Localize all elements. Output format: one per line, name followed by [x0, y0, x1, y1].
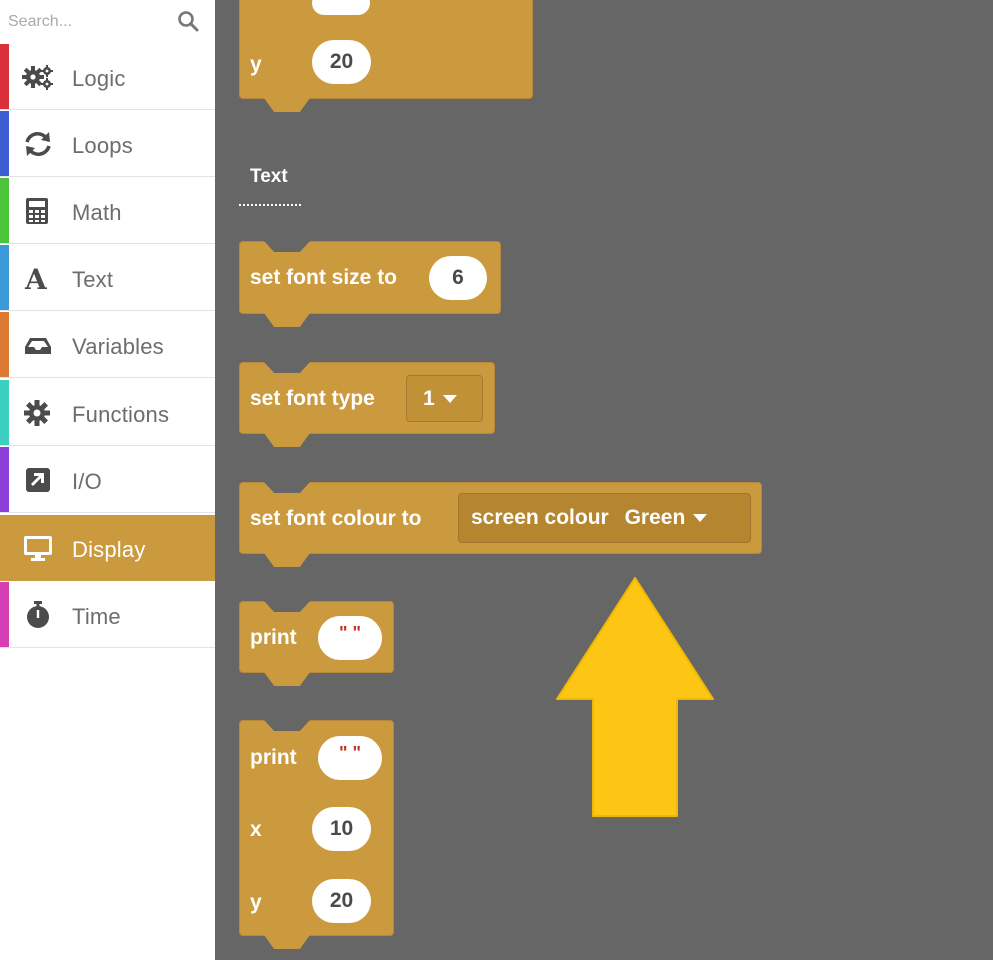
category-color-stripe — [0, 111, 9, 176]
sidebar-item-io[interactable]: I/O — [0, 447, 215, 513]
sidebar-item-math[interactable]: Math — [0, 178, 215, 244]
block-label: print — [250, 626, 297, 649]
print-text-input[interactable]: " " — [318, 736, 382, 780]
print-block[interactable]: print " " — [239, 601, 394, 686]
category-color-stripe — [0, 245, 9, 310]
sidebar-item-label: Time — [72, 604, 121, 629]
value-slot-partial[interactable] — [312, 0, 370, 15]
block-connector — [264, 672, 310, 686]
sidebar-item-logic[interactable]: Logic — [0, 44, 215, 110]
block-connector — [264, 433, 310, 447]
section-underline — [239, 204, 301, 206]
sidebar-item-display[interactable]: Display — [0, 515, 215, 581]
print-text-input[interactable]: " " — [318, 616, 382, 660]
block-label: set font colour to — [250, 507, 422, 530]
xy-block-partial[interactable]: y 20 — [239, 0, 533, 112]
set-font-colour-block[interactable]: set font colour to screen colour Green — [239, 482, 762, 567]
block-connector — [264, 720, 310, 731]
sidebar-item-label: Text — [72, 267, 114, 292]
block-connector — [264, 482, 310, 493]
up-arrow-annotation-icon — [556, 577, 714, 817]
category-color-stripe — [0, 380, 9, 445]
dropdown-prefix: screen colour — [471, 506, 609, 529]
sidebar-item-label: I/O — [72, 469, 102, 494]
gear-icon — [24, 400, 50, 426]
dropdown-value: Green — [624, 506, 686, 529]
sidebar-item-label: Loops — [72, 133, 133, 158]
category-color-stripe — [0, 582, 9, 647]
search-input[interactable] — [8, 10, 168, 34]
sidebar-item-text[interactable]: A Text — [0, 245, 215, 311]
refresh-icon — [25, 132, 51, 156]
block-connector — [264, 362, 310, 373]
external-link-icon — [26, 468, 50, 492]
print-xy-block[interactable]: print " " x 10 y 20 — [239, 720, 394, 949]
block-connector — [264, 601, 310, 612]
block-connector — [264, 98, 310, 112]
sidebar-item-functions[interactable]: Functions — [0, 380, 215, 446]
category-color-stripe — [0, 312, 9, 377]
search-bar — [0, 0, 215, 44]
calculator-icon — [26, 198, 48, 224]
block-label: set font type — [250, 387, 375, 410]
y-value-input[interactable]: 20 — [312, 40, 371, 84]
y-value-input[interactable]: 20 — [312, 879, 371, 923]
x-label: x — [250, 818, 262, 841]
category-sidebar: Logic Loops Math A Text — [0, 0, 215, 960]
category-color-stripe — [0, 447, 9, 512]
block-label: set font size to — [250, 266, 398, 289]
screen-colour-dropdown[interactable]: screen colour Green — [458, 493, 751, 543]
category-color-stripe — [0, 44, 9, 109]
y-label: y — [250, 53, 262, 76]
category-color-stripe — [0, 178, 9, 243]
stopwatch-icon — [27, 601, 49, 628]
chevron-down-icon — [693, 514, 708, 523]
monitor-icon — [24, 536, 52, 561]
sidebar-item-label: Display — [72, 537, 146, 562]
block-connector — [264, 553, 310, 567]
sidebar-item-loops[interactable]: Loops — [0, 111, 215, 177]
y-label: y — [250, 891, 262, 914]
sidebar-item-label: Math — [72, 200, 122, 225]
category-color-stripe — [0, 515, 9, 581]
sidebar-item-label: Logic — [72, 66, 126, 91]
set-font-type-block[interactable]: set font type 1 — [239, 362, 495, 447]
search-icon[interactable] — [176, 9, 200, 33]
sidebar-item-label: Functions — [72, 402, 170, 427]
block-connector — [264, 313, 310, 327]
sidebar-item-label: Variables — [72, 334, 164, 359]
gears-icon — [22, 65, 53, 90]
block-workspace: y 20 Text set font size to 6 set font ty… — [215, 0, 993, 960]
font-size-input[interactable]: 6 — [429, 256, 487, 300]
svg-text:A: A — [24, 264, 48, 292]
block-label: print — [250, 746, 297, 769]
section-label: Text — [250, 166, 288, 187]
chevron-down-icon — [442, 395, 457, 404]
font-type-dropdown[interactable]: 1 — [406, 375, 483, 422]
x-value-input[interactable]: 10 — [312, 807, 371, 851]
inbox-icon — [25, 338, 51, 354]
block-connector — [264, 241, 310, 252]
block-connector — [264, 935, 310, 949]
sidebar-item-time[interactable]: Time — [0, 582, 215, 648]
text-a-icon: A — [24, 264, 48, 292]
set-font-size-block[interactable]: set font size to 6 — [239, 241, 501, 327]
dropdown-value: 1 — [423, 387, 435, 410]
sidebar-item-variables[interactable]: Variables — [0, 312, 215, 378]
